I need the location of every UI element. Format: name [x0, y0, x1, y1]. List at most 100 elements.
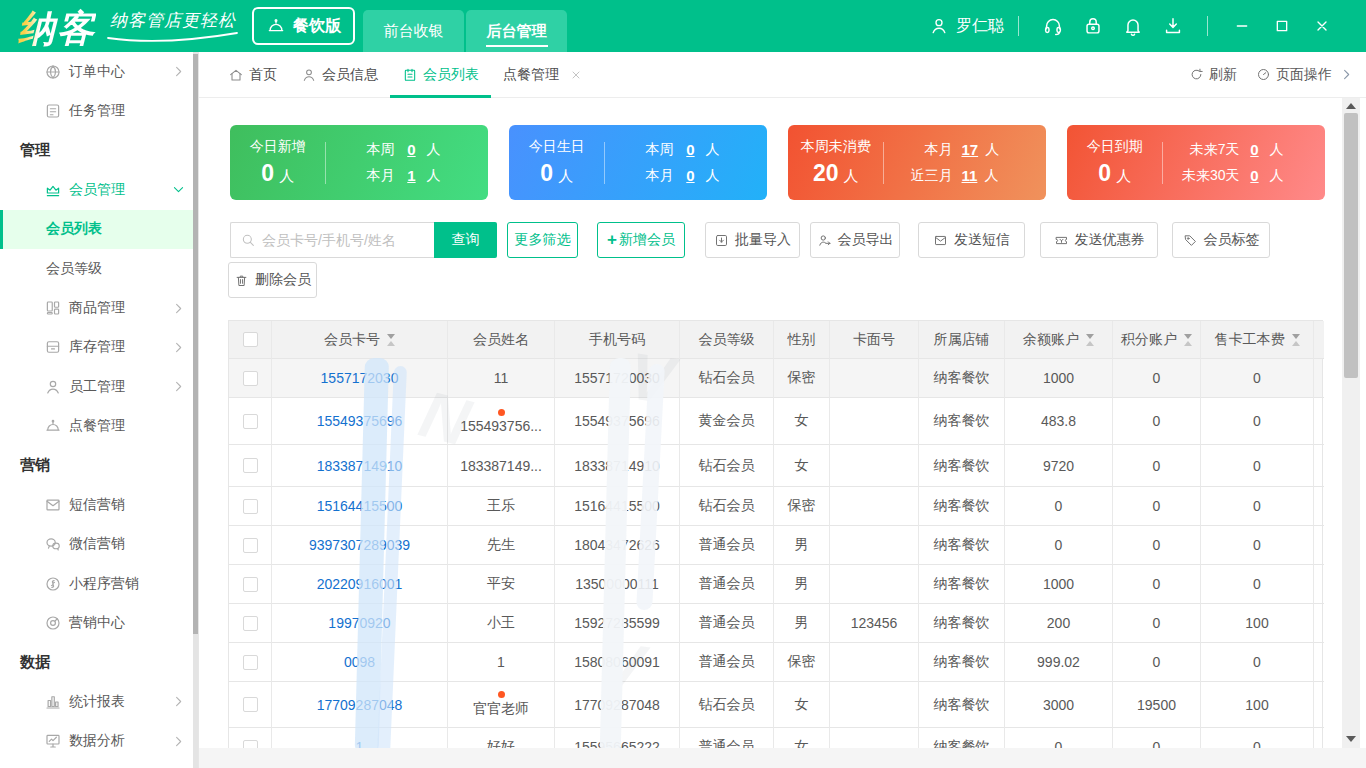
sidebar-item-11[interactable]: 短信营销: [0, 485, 198, 524]
cell-card-number: 15164415500: [272, 487, 448, 526]
cell-gender: 男: [774, 565, 830, 604]
toolbar-button-1[interactable]: +新增会员: [597, 222, 685, 258]
cell-fee: 100: [1201, 682, 1314, 728]
user-menu[interactable]: 罗仁聪: [929, 16, 1004, 37]
row-checkbox[interactable]: [243, 458, 258, 473]
toolbar-button-5[interactable]: 发送优惠券: [1040, 222, 1158, 258]
sidebar-item-1[interactable]: 任务管理: [0, 91, 198, 130]
delete-member-button[interactable]: 删除会员: [228, 262, 317, 298]
page-tab-label: 会员信息: [322, 66, 378, 84]
table-row-1: 15549375696155493756...15549375696黄金会员女纳…: [229, 398, 1322, 445]
row-checkbox-cell: [229, 604, 272, 643]
page-tab-3[interactable]: 点餐管理: [491, 52, 594, 97]
close-button[interactable]: [1313, 17, 1331, 35]
import-icon: [714, 233, 729, 248]
sidebar-item-0[interactable]: 订单中心: [0, 52, 198, 91]
stat-link[interactable]: 0: [403, 141, 419, 158]
row-checkbox[interactable]: [243, 655, 258, 670]
stat-link[interactable]: 11: [961, 167, 977, 184]
horizontal-scrollbar[interactable]: [199, 748, 1366, 768]
toolbar-button-2[interactable]: 批量导入: [705, 222, 800, 258]
stat-link[interactable]: 0: [682, 167, 698, 184]
headset-icon[interactable]: [1042, 15, 1064, 37]
page-actions[interactable]: 页面操作: [1256, 66, 1332, 84]
cell-store: 纳客餐饮: [919, 398, 1005, 445]
row-checkbox[interactable]: [243, 697, 258, 712]
sidebar-item-16[interactable]: 统计报表: [0, 682, 198, 721]
row-checkbox[interactable]: [243, 371, 258, 386]
close-tab-icon[interactable]: [570, 69, 582, 81]
sidebar-item-7[interactable]: 库存管理: [0, 328, 198, 367]
download-icon[interactable]: [1162, 15, 1184, 37]
chevron-right-icon[interactable]: [1340, 68, 1353, 81]
sidebar-item-8[interactable]: 员工管理: [0, 367, 198, 406]
toolbar-button-3[interactable]: 会员导出: [810, 222, 900, 258]
table-header-cell-9[interactable]: 积分账户: [1113, 321, 1201, 359]
sidebar-item-6[interactable]: 商品管理: [0, 288, 198, 327]
row-checkbox[interactable]: [243, 538, 258, 553]
refresh-action[interactable]: 刷新: [1189, 66, 1237, 84]
row-checkbox[interactable]: [243, 577, 258, 592]
toolbar: 查询 更多筛选 +新增会员批量导入会员导出发送短信发送优惠券会员标签: [230, 222, 1270, 258]
sidebar-item-9[interactable]: 点餐管理: [0, 407, 198, 446]
cell-points: 0: [1113, 359, 1201, 398]
search-button[interactable]: 查询: [434, 222, 497, 258]
sort-icon[interactable]: [1292, 334, 1300, 346]
sidebar-scrollbar-thumb[interactable]: [193, 54, 198, 634]
scroll-up-arrow[interactable]: [1346, 103, 1356, 109]
card-number-link[interactable]: 20220916001: [317, 576, 403, 592]
table-header-cell-1[interactable]: 会员卡号: [272, 321, 448, 359]
table-header-cell-8[interactable]: 余额账户: [1005, 321, 1113, 359]
toolbar-button-6[interactable]: 会员标签: [1172, 222, 1270, 258]
row-checkbox[interactable]: [243, 499, 258, 514]
cell-balance: 1000: [1005, 565, 1113, 604]
minimize-button[interactable]: [1233, 17, 1251, 35]
stat-link[interactable]: 0: [682, 141, 698, 158]
lock-icon[interactable]: [1082, 15, 1104, 37]
bell-icon[interactable]: [1122, 15, 1144, 37]
stat-link[interactable]: 1: [403, 167, 419, 184]
sidebar-item-12[interactable]: 微信营销: [0, 525, 198, 564]
sidebar-item-label: 任务管理: [69, 102, 125, 120]
header-nav-tab-admin[interactable]: 后台管理: [466, 10, 567, 52]
stat-link[interactable]: 0: [1246, 141, 1262, 158]
sidebar-item-14[interactable]: 营销中心: [0, 603, 198, 642]
card-number-link[interactable]: 15549375696: [317, 413, 403, 429]
sidebar-subitem-4[interactable]: 会员列表: [0, 210, 198, 249]
toolbar-button-4[interactable]: 发送短信: [918, 222, 1025, 258]
card-number-link[interactable]: 17709287048: [317, 697, 403, 713]
sidebar-item-17[interactable]: 数据分析: [0, 722, 198, 761]
page-tab-2[interactable]: 会员列表: [390, 52, 491, 97]
header-nav-tab-cashier[interactable]: 前台收银: [363, 10, 464, 52]
toolbar-button-0[interactable]: 更多筛选: [507, 222, 578, 258]
card-number-link[interactable]: 0098: [344, 654, 375, 670]
row-checkbox[interactable]: [243, 616, 258, 631]
cell-gender: 女: [774, 682, 830, 728]
row-checkbox-cell: [229, 643, 272, 682]
maximize-button[interactable]: [1273, 17, 1291, 35]
card-number-link[interactable]: 18338714910: [317, 458, 403, 474]
card-number-link[interactable]: 15164415500: [317, 498, 403, 514]
page-tab-0[interactable]: 首页: [228, 52, 289, 97]
table-header-cell-10[interactable]: 售卡工本费: [1201, 321, 1314, 359]
scroll-down-arrow[interactable]: [1346, 736, 1356, 742]
search-input[interactable]: [262, 232, 425, 248]
card-number-link[interactable]: 19970920: [328, 615, 390, 631]
card-number-link[interactable]: 9397307289039: [309, 537, 410, 553]
sort-icon[interactable]: [1086, 334, 1094, 346]
page-tab-1[interactable]: 会员信息: [289, 52, 390, 97]
edition-button[interactable]: 餐饮版: [252, 7, 355, 45]
sort-icon[interactable]: [387, 334, 395, 346]
stat-link[interactable]: 17: [961, 141, 978, 158]
vertical-scrollbar-thumb[interactable]: [1344, 113, 1358, 378]
sidebar-item-label: 小程序营销: [69, 575, 139, 593]
select-all-checkbox[interactable]: [243, 332, 258, 347]
stat-link[interactable]: 0: [1246, 167, 1262, 184]
maximize-icon: [1274, 18, 1290, 34]
card-number-link[interactable]: 1557172030: [321, 370, 399, 386]
sort-icon[interactable]: [1184, 334, 1192, 346]
sidebar-item-13[interactable]: 小程序营销: [0, 564, 198, 603]
sidebar-item-3[interactable]: 会员管理: [0, 170, 198, 209]
sidebar-subitem-5[interactable]: 会员等级: [0, 249, 198, 288]
row-checkbox[interactable]: [243, 414, 258, 429]
